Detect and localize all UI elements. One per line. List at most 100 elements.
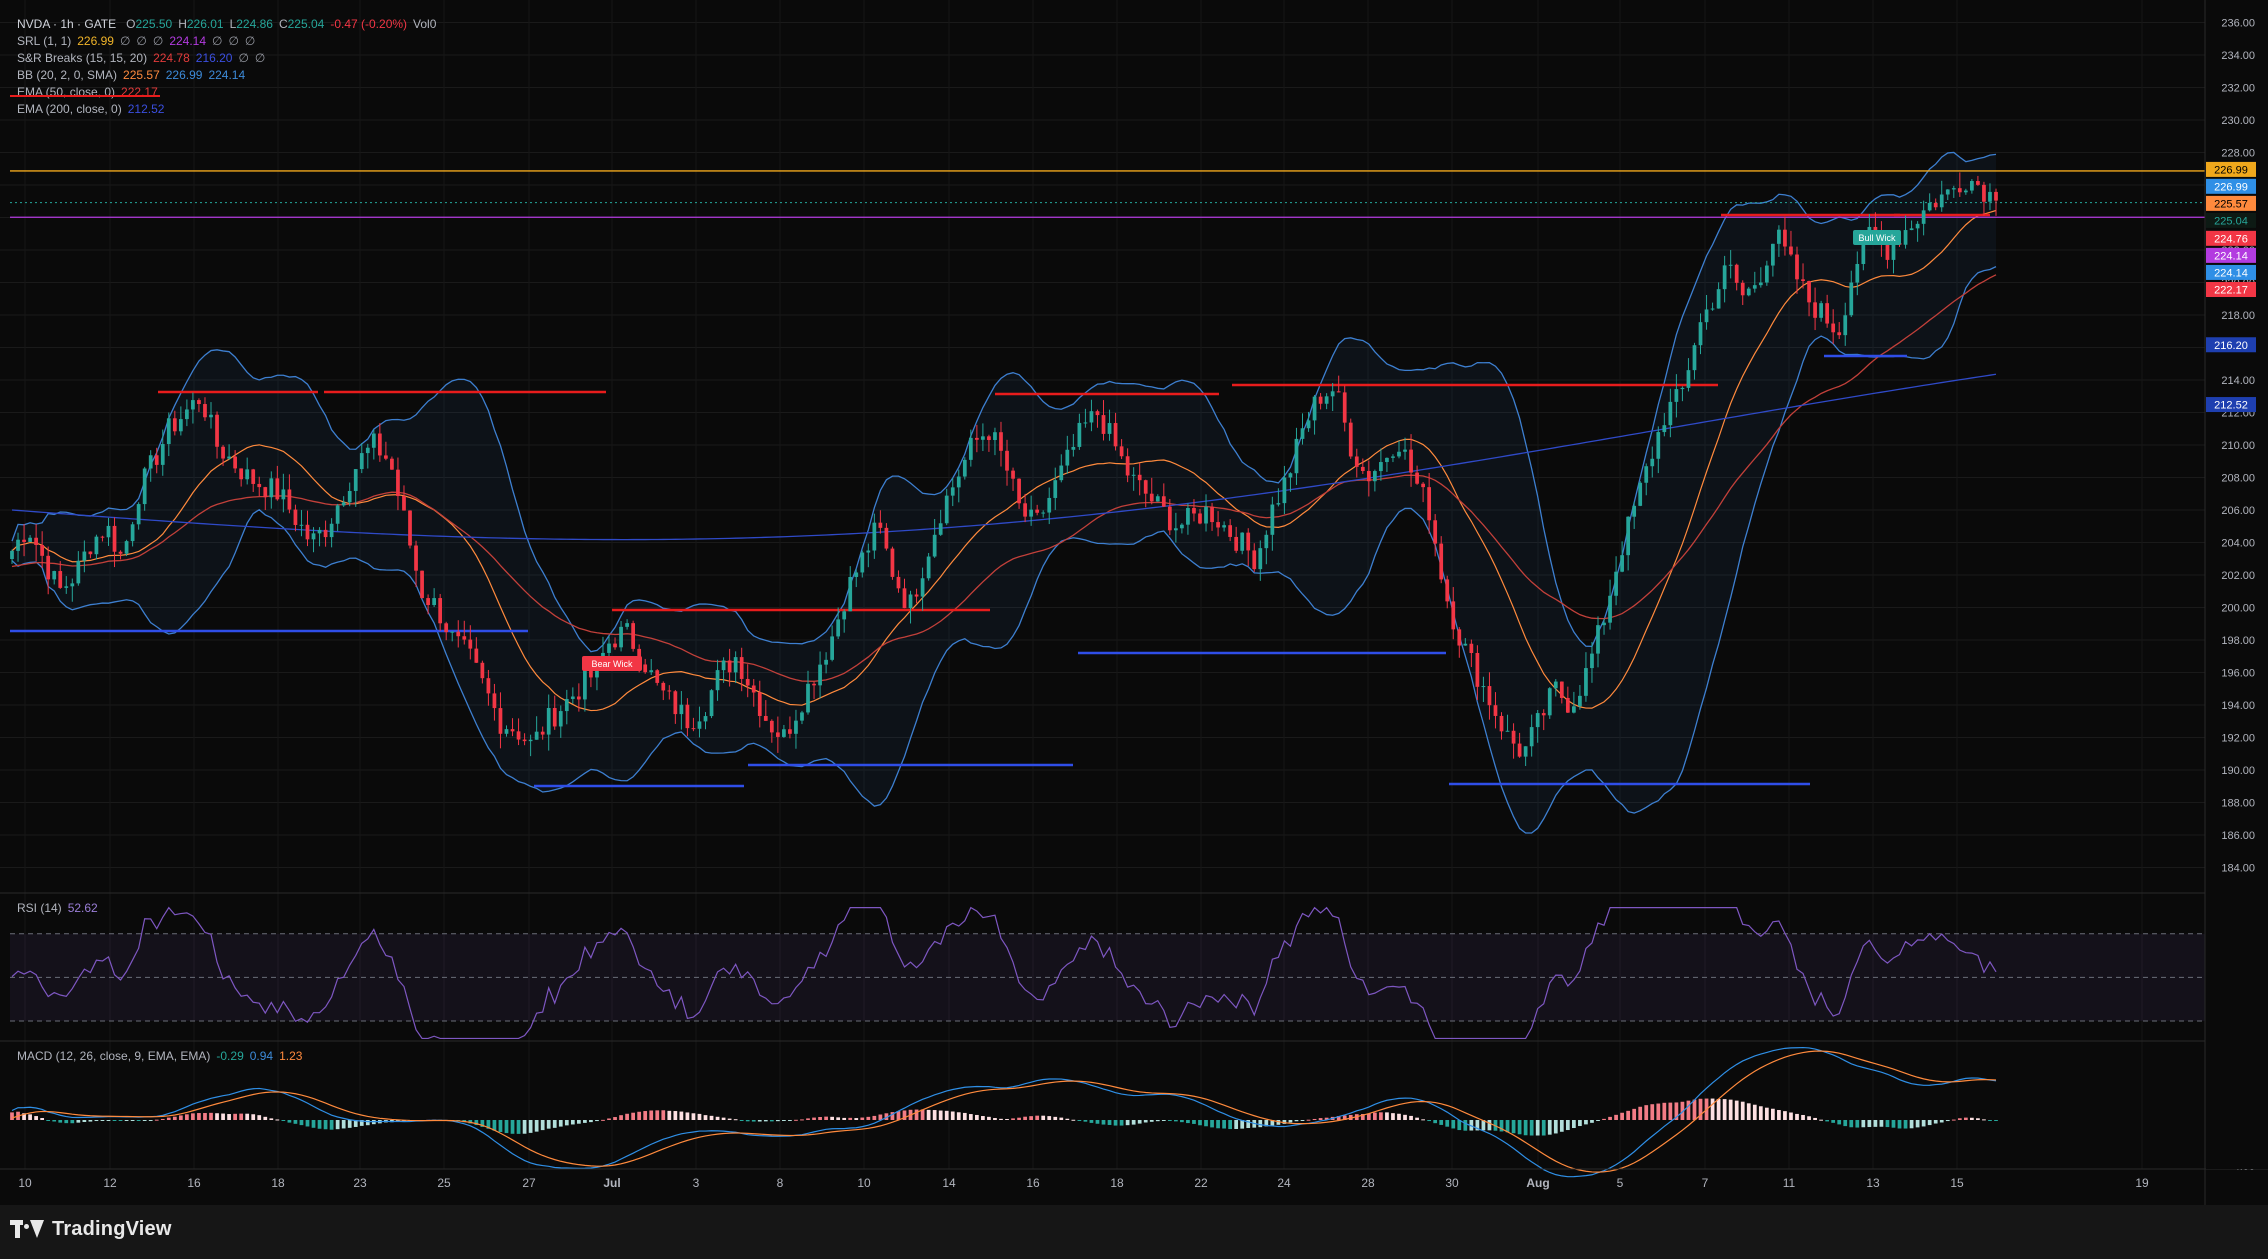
candle-body[interactable] xyxy=(1023,503,1027,517)
candle-body[interactable] xyxy=(1620,555,1624,572)
candle-body[interactable] xyxy=(432,598,436,606)
candle-body[interactable] xyxy=(396,469,400,497)
candle-body[interactable] xyxy=(534,731,539,740)
candle-body[interactable] xyxy=(860,552,865,573)
candle-body[interactable] xyxy=(359,453,364,470)
candle-body[interactable] xyxy=(812,683,816,686)
candle-body[interactable] xyxy=(540,731,545,735)
candle-body[interactable] xyxy=(384,455,388,459)
candle-body[interactable] xyxy=(1933,202,1938,208)
candle-body[interactable] xyxy=(1535,713,1540,728)
candle-body[interactable] xyxy=(444,623,449,633)
candle-body[interactable] xyxy=(1722,265,1727,290)
candle-body[interactable] xyxy=(1089,411,1094,423)
candle-body[interactable] xyxy=(788,729,792,734)
candle-body[interactable] xyxy=(492,693,497,709)
candle-body[interactable] xyxy=(1312,396,1317,421)
candle-body[interactable] xyxy=(1354,456,1359,467)
candle-body[interactable] xyxy=(1976,181,1980,185)
candle-body[interactable] xyxy=(347,490,352,503)
candle-body[interactable] xyxy=(1330,391,1335,397)
candle-body[interactable] xyxy=(1433,520,1438,544)
candle-body[interactable] xyxy=(1270,504,1275,535)
candle-body[interactable] xyxy=(830,636,835,660)
candle-body[interactable] xyxy=(402,496,406,511)
candle-body[interactable] xyxy=(1783,229,1787,247)
candle-body[interactable] xyxy=(178,419,183,432)
candle-body[interactable] xyxy=(733,657,738,673)
candle-body[interactable] xyxy=(516,731,521,740)
candle-body[interactable] xyxy=(1921,210,1926,224)
candle-body[interactable] xyxy=(836,619,841,637)
candle-body[interactable] xyxy=(1216,522,1220,528)
candle-body[interactable] xyxy=(1053,480,1058,498)
candle-body[interactable] xyxy=(1716,289,1721,309)
candle-body[interactable] xyxy=(34,537,38,546)
candle-body[interactable] xyxy=(558,711,563,727)
candle-body[interactable] xyxy=(1125,456,1130,476)
candle-body[interactable] xyxy=(329,523,334,538)
candle-body[interactable] xyxy=(191,400,195,410)
candle-body[interactable] xyxy=(46,555,51,580)
candle-body[interactable] xyxy=(148,455,153,469)
candle-body[interactable] xyxy=(1397,451,1401,457)
candle-body[interactable] xyxy=(1149,493,1154,502)
candle-body[interactable] xyxy=(661,682,666,691)
candle-body[interactable] xyxy=(1041,512,1046,514)
candle-body[interactable] xyxy=(1590,653,1594,669)
candle-body[interactable] xyxy=(1234,536,1239,551)
candle-body[interactable] xyxy=(655,670,660,683)
candle-body[interactable] xyxy=(1113,423,1118,447)
candle-body[interactable] xyxy=(607,643,611,653)
candle-body[interactable] xyxy=(1957,188,1962,193)
candle-body[interactable] xyxy=(1469,643,1474,653)
candle-body[interactable] xyxy=(166,418,171,445)
candle-body[interactable] xyxy=(136,504,141,525)
candle-body[interactable] xyxy=(1457,629,1462,646)
candle-body[interactable] xyxy=(1258,548,1263,570)
candle-body[interactable] xyxy=(1927,202,1932,211)
candle-body[interactable] xyxy=(794,720,798,734)
candle-body[interactable] xyxy=(281,489,286,500)
candle-body[interactable] xyxy=(371,433,376,448)
candle-body[interactable] xyxy=(420,570,424,599)
candle-body[interactable] xyxy=(1186,507,1190,525)
candle-body[interactable] xyxy=(1487,686,1492,706)
candle-body[interactable] xyxy=(1734,264,1739,283)
candle-body[interactable] xyxy=(426,598,430,606)
candle-body[interactable] xyxy=(1391,456,1395,458)
candle-body[interactable] xyxy=(275,478,280,500)
candle-body[interactable] xyxy=(1427,487,1432,521)
candle-body[interactable] xyxy=(1855,264,1860,283)
candle-body[interactable] xyxy=(908,594,913,609)
candle-body[interactable] xyxy=(1282,477,1287,504)
candle-body[interactable] xyxy=(1107,423,1112,434)
candle-body[interactable] xyxy=(1523,746,1528,757)
candle-body[interactable] xyxy=(504,729,509,734)
candle-body[interactable] xyxy=(1644,466,1649,483)
candle-body[interactable] xyxy=(1276,503,1281,505)
candle-body[interactable] xyxy=(1065,449,1070,466)
candle-body[interactable] xyxy=(1777,229,1781,244)
candle-body[interactable] xyxy=(1180,524,1184,529)
candle-body[interactable] xyxy=(1686,370,1691,388)
candle-body[interactable] xyxy=(1752,285,1757,289)
candle-body[interactable] xyxy=(896,576,901,589)
candle-body[interactable] xyxy=(938,523,943,535)
candle-body[interactable] xyxy=(1638,482,1643,506)
candle-body[interactable] xyxy=(1415,472,1419,484)
candle-body[interactable] xyxy=(528,739,533,742)
candle-body[interactable] xyxy=(88,551,93,555)
candle-body[interactable] xyxy=(993,432,997,441)
candle-body[interactable] xyxy=(1608,595,1612,623)
candle-body[interactable] xyxy=(239,468,244,480)
candle-body[interactable] xyxy=(1499,715,1504,732)
candle-body[interactable] xyxy=(1463,643,1468,646)
candle-body[interactable] xyxy=(643,664,648,673)
candle-body[interactable] xyxy=(1698,322,1703,346)
candle-body[interactable] xyxy=(715,670,720,691)
candle-body[interactable] xyxy=(251,469,256,484)
candle-body[interactable] xyxy=(1493,705,1498,716)
candle-body[interactable] xyxy=(968,437,973,460)
candle-body[interactable] xyxy=(842,611,847,620)
